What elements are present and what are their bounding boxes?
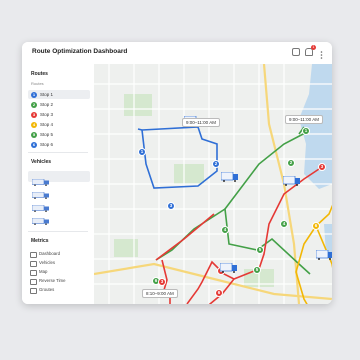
stop-marker[interactable]: 4 [221, 226, 229, 234]
metric-item[interactable]: Reverse Time [30, 277, 90, 285]
stop-marker[interactable]: 1 [138, 148, 146, 156]
routes-heading: Routes [31, 71, 48, 77]
route-number-badge: 3 [31, 111, 37, 118]
vehicle-row[interactable] [28, 210, 90, 225]
route-item[interactable]: 2 Stop 2 [28, 100, 90, 109]
divider [28, 152, 88, 153]
metric-label: Groutes [39, 287, 55, 292]
app-window: Route Optimization Dashboard 1 Routes Ro… [22, 42, 332, 304]
metric-item[interactable]: Dashboard [30, 250, 90, 258]
route-label: Stop 3 [40, 112, 54, 117]
layers-icon[interactable] [292, 48, 300, 56]
stop-marker[interactable]: 3 [167, 202, 175, 210]
time-window-label[interactable]: 9:00–11:00 AM [182, 118, 220, 127]
metric-icon [30, 269, 37, 276]
truck-icon[interactable] [221, 172, 239, 182]
route-map[interactable]: 123124563563645 9:00–11:00 AM 9:00–11:00… [94, 64, 332, 304]
vehicle-row[interactable] [28, 197, 90, 212]
vehicle-row[interactable] [28, 184, 90, 199]
stop-marker[interactable]: 2 [212, 160, 220, 168]
stop-marker[interactable]: 3 [318, 163, 326, 171]
metrics-heading: Metrics [31, 238, 49, 244]
stop-marker[interactable]: 6 [215, 289, 223, 297]
page-title: Route Optimization Dashboard [32, 48, 128, 55]
metric-icon [30, 287, 37, 294]
metric-label: Dashboard [39, 251, 61, 256]
metric-label: Vehicles [39, 260, 56, 265]
sidebar: Routes Routes 1 Stop 1 2 Stop 2 3 Stop 3 4 Stop… [22, 64, 95, 304]
route-number-badge: 2 [31, 101, 37, 108]
route-item[interactable]: 5 Stop 5 [28, 130, 90, 139]
route-label: Stop 5 [40, 132, 54, 137]
route-label: Stop 4 [40, 122, 54, 127]
stop-marker[interactable]: 5 [256, 246, 264, 254]
time-window-label[interactable]: 9:00–11:00 AM [285, 115, 323, 124]
route-number-badge: 5 [31, 131, 37, 138]
metric-icon [30, 260, 37, 267]
metric-icon [30, 251, 37, 258]
route-label: Stop 1 [40, 92, 54, 97]
route-item[interactable]: 4 Stop 4 [28, 120, 90, 129]
stop-marker[interactable]: 3 [158, 278, 166, 286]
route-label: Stop 2 [40, 102, 54, 107]
metric-icon [30, 278, 37, 285]
truck-icon[interactable] [220, 263, 238, 273]
truck-icon[interactable] [316, 250, 332, 260]
route-item[interactable]: 6 Stop 6 [28, 140, 90, 149]
truck-icon[interactable] [283, 176, 301, 186]
route-number-badge: 6 [31, 141, 37, 148]
stop-marker[interactable]: 5 [253, 266, 261, 274]
metric-item[interactable]: Map [30, 268, 90, 276]
title-bar: Route Optimization Dashboard 1 [22, 42, 332, 65]
vehicle-row[interactable] [28, 171, 90, 186]
truck-icon [31, 212, 50, 225]
notification-badge: 1 [311, 45, 316, 50]
vehicles-heading: Vehicles [31, 159, 52, 165]
stop-marker[interactable]: 1 [302, 127, 310, 135]
stop-marker[interactable]: 6 [312, 222, 320, 230]
metric-label: Map [39, 269, 48, 274]
routes-subheading: Routes [31, 81, 44, 86]
route-number-badge: 4 [31, 121, 37, 128]
truck-icon [31, 173, 50, 186]
time-window-label[interactable]: 8:10–9:00 AM [142, 289, 178, 298]
route-item[interactable]: 1 Stop 1 [28, 90, 90, 99]
metric-item[interactable]: Vehicles [30, 259, 90, 267]
truck-icon [31, 186, 50, 199]
metric-item[interactable]: Groutes [30, 286, 90, 294]
route-label: Stop 6 [40, 142, 54, 147]
stop-marker[interactable]: 2 [287, 159, 295, 167]
divider [28, 231, 88, 232]
more-icon[interactable] [320, 47, 323, 59]
route-item[interactable]: 3 Stop 3 [28, 110, 90, 119]
truck-icon [31, 199, 50, 212]
route-number-badge: 1 [31, 91, 37, 98]
metric-label: Reverse Time [39, 278, 66, 283]
stop-marker[interactable]: 4 [280, 220, 288, 228]
